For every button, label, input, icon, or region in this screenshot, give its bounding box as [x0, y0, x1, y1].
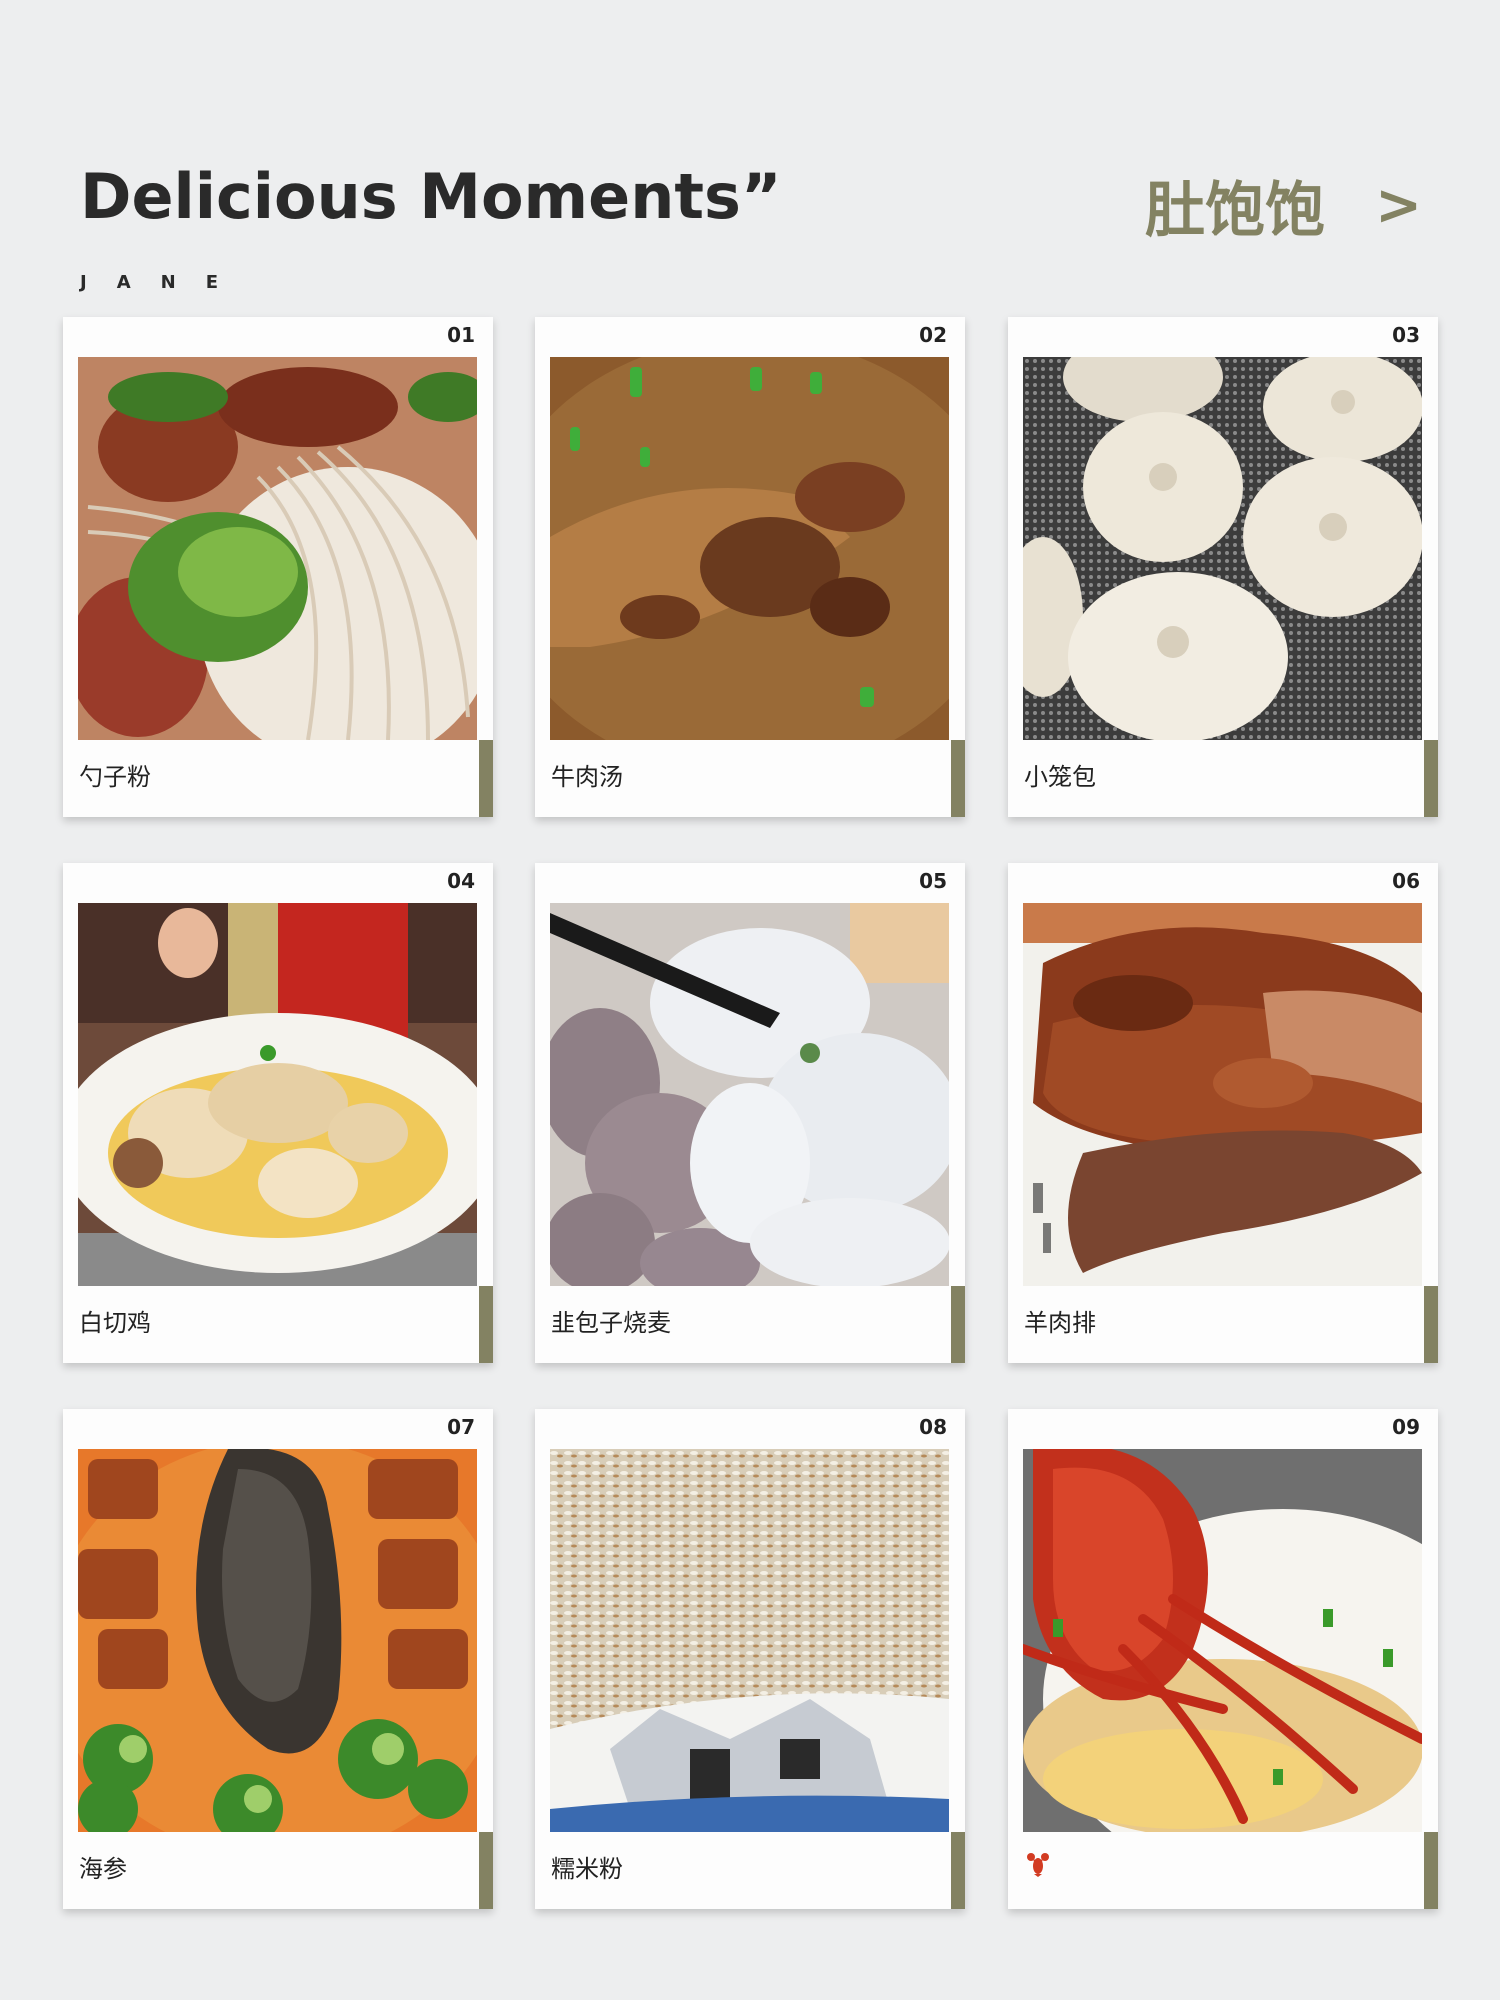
food-photo-sea-cucumber	[78, 1449, 477, 1832]
food-photo-sticky-rice	[550, 1449, 949, 1832]
food-card-02[interactable]: 02 牛肉汤	[535, 317, 965, 817]
card-accent-bar	[479, 1286, 493, 1363]
card-accent-bar	[1424, 1832, 1438, 1909]
card-label: 韭包子烧麦	[551, 1309, 671, 1337]
food-card-09[interactable]: 09	[1008, 1409, 1438, 1909]
card-accent-bar	[1424, 1286, 1438, 1363]
food-card-07[interactable]: 07 海参	[63, 1409, 493, 1909]
author-subtitle: JANE	[80, 272, 248, 293]
food-photo-steamed-buns	[1023, 357, 1422, 740]
card-accent-bar	[951, 740, 965, 817]
card-label: 勺子粉	[79, 763, 151, 791]
card-label	[1024, 1849, 1052, 1878]
page-title: Delicious Moments”	[80, 160, 782, 233]
card-label: 羊肉排	[1024, 1309, 1096, 1337]
card-label: 牛肉汤	[551, 763, 623, 791]
card-accent-bar	[479, 1832, 493, 1909]
food-photo-chicken	[78, 903, 477, 1286]
card-number: 01	[447, 323, 475, 347]
food-card-04[interactable]: 04 白切鸡	[63, 863, 493, 1363]
card-label: 白切鸡	[79, 1309, 151, 1337]
chevron-right-icon: >	[1375, 173, 1422, 238]
card-label: 小笼包	[1024, 763, 1096, 791]
food-photo-lobster	[1023, 1449, 1422, 1832]
lobster-icon	[1027, 1853, 1049, 1877]
brand-link[interactable]: 肚饱饱 >	[1145, 162, 1422, 249]
card-accent-bar	[951, 1832, 965, 1909]
card-label: 糯米粉	[551, 1855, 623, 1883]
card-label: 海参	[79, 1855, 127, 1883]
card-number: 03	[1392, 323, 1420, 347]
food-photo-dumplings	[550, 903, 949, 1286]
card-accent-bar	[479, 740, 493, 817]
brand-text: 肚饱饱	[1145, 176, 1326, 246]
food-card-03[interactable]: 03 小笼包	[1008, 317, 1438, 817]
food-card-06[interactable]: 06 羊肉排	[1008, 863, 1438, 1363]
card-number: 09	[1392, 1415, 1420, 1439]
card-number: 05	[919, 869, 947, 893]
food-card-08[interactable]: 08 糯米粉	[535, 1409, 965, 1909]
food-card-01[interactable]: 01 勺子粉	[63, 317, 493, 817]
card-accent-bar	[1424, 740, 1438, 817]
food-card-05[interactable]: 05 韭包子烧麦	[535, 863, 965, 1363]
food-photo-noodles	[78, 357, 477, 740]
food-photo-beef-soup	[550, 357, 949, 740]
card-number: 04	[447, 869, 475, 893]
food-photo-lamb-ribs	[1023, 903, 1422, 1286]
card-accent-bar	[951, 1286, 965, 1363]
card-number: 08	[919, 1415, 947, 1439]
card-number: 02	[919, 323, 947, 347]
card-number: 06	[1392, 869, 1420, 893]
card-number: 07	[447, 1415, 475, 1439]
